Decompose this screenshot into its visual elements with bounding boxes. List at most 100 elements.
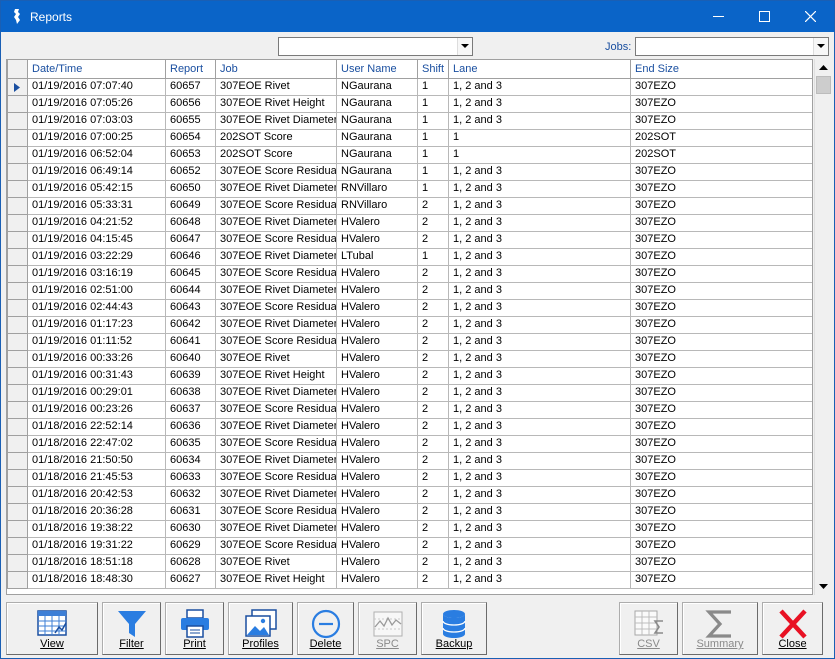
cell-job[interactable]: 307EOE Score Residual xyxy=(215,162,337,181)
table-row[interactable]: 01/19/2016 01:17:23 60642 307EOE Rivet Dia… xyxy=(7,315,812,334)
cell-lane[interactable]: 1, 2 and 3 xyxy=(448,179,631,198)
cell-user-name[interactable]: HValero xyxy=(336,366,418,385)
cell-report[interactable]: 60633 xyxy=(165,468,216,487)
cell-lane[interactable]: 1, 2 and 3 xyxy=(448,434,631,453)
cell-lane[interactable]: 1, 2 and 3 xyxy=(448,77,631,96)
cell-job[interactable]: 307EOE Rivet Diameter xyxy=(215,281,337,300)
cell-shift[interactable]: 2 xyxy=(417,383,449,402)
minimize-button[interactable] xyxy=(696,1,742,32)
cell-lane[interactable]: 1 xyxy=(448,128,631,147)
table-row[interactable]: 01/19/2016 05:42:15 60650 307EOE Rivet Dia… xyxy=(7,179,812,198)
cell-lane[interactable]: 1, 2 and 3 xyxy=(448,417,631,436)
cell-user-name[interactable]: HValero xyxy=(336,332,418,351)
cell-end-size[interactable]: 307EZO xyxy=(630,196,812,215)
row-selector[interactable] xyxy=(7,128,28,147)
row-selector[interactable] xyxy=(7,247,28,266)
cell-shift[interactable]: 2 xyxy=(417,553,449,572)
filter-combo[interactable] xyxy=(278,37,473,56)
cell-job[interactable]: 307EOE Rivet Diameter xyxy=(215,179,337,198)
cell-report[interactable]: 60649 xyxy=(165,196,216,215)
table-row[interactable]: 01/19/2016 04:15:45 60647 307EOE Score Res… xyxy=(7,230,812,249)
cell-datetime[interactable]: 01/18/2016 22:52:14 xyxy=(27,417,166,436)
cell-report[interactable]: 60637 xyxy=(165,400,216,419)
cell-user-name[interactable]: NGaurana xyxy=(336,128,418,147)
cell-user-name[interactable]: HValero xyxy=(336,485,418,504)
profiles-button[interactable]: Profiles xyxy=(228,602,293,655)
cell-report[interactable]: 60643 xyxy=(165,298,216,317)
cell-user-name[interactable]: HValero xyxy=(336,536,418,555)
cell-user-name[interactable]: NGaurana xyxy=(336,94,418,113)
cell-datetime[interactable]: 01/18/2016 20:36:28 xyxy=(27,502,166,521)
cell-shift[interactable]: 1 xyxy=(417,162,449,181)
cell-report[interactable]: 60645 xyxy=(165,264,216,283)
cell-job[interactable]: 307EOE Rivet Diameter xyxy=(215,111,337,130)
row-selector[interactable] xyxy=(7,196,28,215)
cell-shift[interactable]: 2 xyxy=(417,281,449,300)
cell-datetime[interactable]: 01/19/2016 06:49:14 xyxy=(27,162,166,181)
cell-shift[interactable]: 2 xyxy=(417,213,449,232)
cell-lane[interactable]: 1, 2 and 3 xyxy=(448,315,631,334)
cell-report[interactable]: 60657 xyxy=(165,77,216,96)
cell-end-size[interactable]: 307EZO xyxy=(630,213,812,232)
cell-job[interactable]: 307EOE Score Residual xyxy=(215,332,337,351)
cell-job[interactable]: 307EOE Rivet xyxy=(215,553,337,572)
cell-end-size[interactable]: 307EZO xyxy=(630,298,812,317)
cell-job[interactable]: 307EOE Score Residual xyxy=(215,230,337,249)
cell-end-size[interactable]: 307EZO xyxy=(630,536,812,555)
row-selector[interactable] xyxy=(7,451,28,470)
cell-report[interactable]: 60652 xyxy=(165,162,216,181)
summary-button[interactable]: Summary xyxy=(682,602,758,655)
cell-report[interactable]: 60627 xyxy=(165,570,216,589)
cell-lane[interactable]: 1, 2 and 3 xyxy=(448,281,631,300)
cell-end-size[interactable]: 307EZO xyxy=(630,451,812,470)
cell-datetime[interactable]: 01/19/2016 05:33:31 xyxy=(27,196,166,215)
table-row[interactable]: 01/18/2016 20:36:28 60631 307EOE Score Res… xyxy=(7,502,812,521)
cell-lane[interactable]: 1, 2 and 3 xyxy=(448,400,631,419)
cell-lane[interactable]: 1, 2 and 3 xyxy=(448,468,631,487)
cell-lane[interactable]: 1, 2 and 3 xyxy=(448,213,631,232)
cell-user-name[interactable]: LTubal xyxy=(336,247,418,266)
cell-job[interactable]: 307EOE Score Residual xyxy=(215,502,337,521)
cell-job[interactable]: 307EOE Rivet Diameter xyxy=(215,315,337,334)
cell-shift[interactable]: 2 xyxy=(417,349,449,368)
cell-end-size[interactable]: 307EZO xyxy=(630,553,812,572)
table-row[interactable]: 01/18/2016 21:45:53 60633 307EOE Score Res… xyxy=(7,468,812,487)
cell-user-name[interactable]: HValero xyxy=(336,451,418,470)
table-row[interactable]: 01/18/2016 19:38:22 60630 307EOE Rivet Dia… xyxy=(7,519,812,538)
filter-combo-dropdown-button[interactable] xyxy=(457,38,472,55)
cell-datetime[interactable]: 01/19/2016 03:16:19 xyxy=(27,264,166,283)
cell-end-size[interactable]: 307EZO xyxy=(630,570,812,589)
cell-report[interactable]: 60646 xyxy=(165,247,216,266)
cell-job[interactable]: 307EOE Rivet Height xyxy=(215,94,337,113)
cell-shift[interactable]: 2 xyxy=(417,230,449,249)
cell-job[interactable]: 307EOE Rivet xyxy=(215,349,337,368)
cell-report[interactable]: 60636 xyxy=(165,417,216,436)
maximize-button[interactable] xyxy=(742,1,788,32)
cell-shift[interactable]: 2 xyxy=(417,485,449,504)
table-row[interactable]: 01/19/2016 00:33:26 60640 307EOE Rivet HVal… xyxy=(7,349,812,368)
cell-shift[interactable]: 2 xyxy=(417,196,449,215)
cell-report[interactable]: 60629 xyxy=(165,536,216,555)
row-selector[interactable] xyxy=(7,145,28,164)
cell-lane[interactable]: 1, 2 and 3 xyxy=(448,383,631,402)
cell-user-name[interactable]: HValero xyxy=(336,519,418,538)
table-row[interactable]: 01/19/2016 02:51:00 60644 307EOE Rivet Dia… xyxy=(7,281,812,300)
cell-user-name[interactable]: NGaurana xyxy=(336,111,418,130)
cell-user-name[interactable]: HValero xyxy=(336,553,418,572)
cell-report[interactable]: 60650 xyxy=(165,179,216,198)
cell-end-size[interactable]: 307EZO xyxy=(630,434,812,453)
cell-datetime[interactable]: 01/18/2016 21:45:53 xyxy=(27,468,166,487)
cell-report[interactable]: 60640 xyxy=(165,349,216,368)
reports-grid[interactable]: Date/Time Report Job User Name Shift Lan… xyxy=(6,59,813,595)
row-selector[interactable] xyxy=(7,536,28,555)
cell-user-name[interactable]: HValero xyxy=(336,349,418,368)
column-header-end-size[interactable]: End Size xyxy=(630,60,812,79)
cell-lane[interactable]: 1, 2 and 3 xyxy=(448,230,631,249)
cell-datetime[interactable]: 01/19/2016 05:42:15 xyxy=(27,179,166,198)
cell-report[interactable]: 60628 xyxy=(165,553,216,572)
row-selector[interactable] xyxy=(7,502,28,521)
cell-datetime[interactable]: 01/18/2016 19:38:22 xyxy=(27,519,166,538)
cell-shift[interactable]: 2 xyxy=(417,536,449,555)
print-button[interactable]: Print xyxy=(165,602,224,655)
cell-report[interactable]: 60638 xyxy=(165,383,216,402)
